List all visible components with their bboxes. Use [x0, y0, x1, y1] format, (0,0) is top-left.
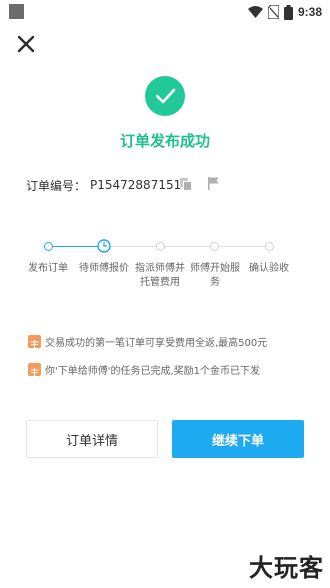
gift-icon	[28, 363, 41, 376]
battery-icon	[283, 4, 293, 20]
notice-text: 你'下单给师傅'的任务已完成,奖励1个金币已下发	[45, 366, 261, 377]
step-dot-3	[156, 242, 165, 251]
clock-icon	[97, 239, 111, 253]
progress-track-active	[48, 246, 104, 247]
step-label-2: 待师傅报价	[79, 263, 129, 274]
flag-icon[interactable]	[208, 177, 220, 190]
notice-item: 你'下单给师傅'的任务已完成,奖励1个金币已下发	[28, 362, 260, 377]
status-icons: 9:38	[247, 3, 322, 21]
order-number-label: 订单编号：	[26, 178, 87, 193]
watermark-logo: 大玩客	[249, 554, 324, 582]
success-check-icon	[145, 76, 185, 116]
continue-order-button[interactable]: 继续下单	[172, 420, 304, 458]
gift-icon	[28, 335, 41, 348]
order-number-value: P15472887151	[90, 178, 182, 192]
notification-icon	[9, 4, 24, 19]
step-label-1: 发布订单	[28, 263, 68, 274]
order-detail-button[interactable]: 订单详情	[26, 420, 158, 458]
no-sim-icon	[267, 5, 279, 19]
status-bar: 9:38	[0, 0, 330, 24]
copy-icon[interactable]	[180, 178, 192, 191]
step-dot-4	[210, 242, 219, 251]
notice-text: 交易成功的第一笔订单可享受费用全返,最高500元	[45, 338, 268, 349]
close-icon[interactable]	[16, 34, 36, 54]
clock: 9:38	[297, 5, 322, 19]
step-label-3: 指派师傅并托管费用	[135, 263, 185, 288]
success-title: 订单发布成功	[119, 132, 210, 150]
step-dot-1	[44, 242, 53, 251]
wifi-icon	[247, 6, 263, 18]
notice-item: 交易成功的第一笔订单可享受费用全返,最高500元	[28, 334, 267, 349]
step-label-5: 确认验收	[249, 263, 289, 274]
step-dot-5	[265, 242, 274, 251]
order-number-row: 订单编号： P15472887151	[26, 176, 181, 194]
step-label-4: 师傅开始服务	[190, 263, 240, 288]
